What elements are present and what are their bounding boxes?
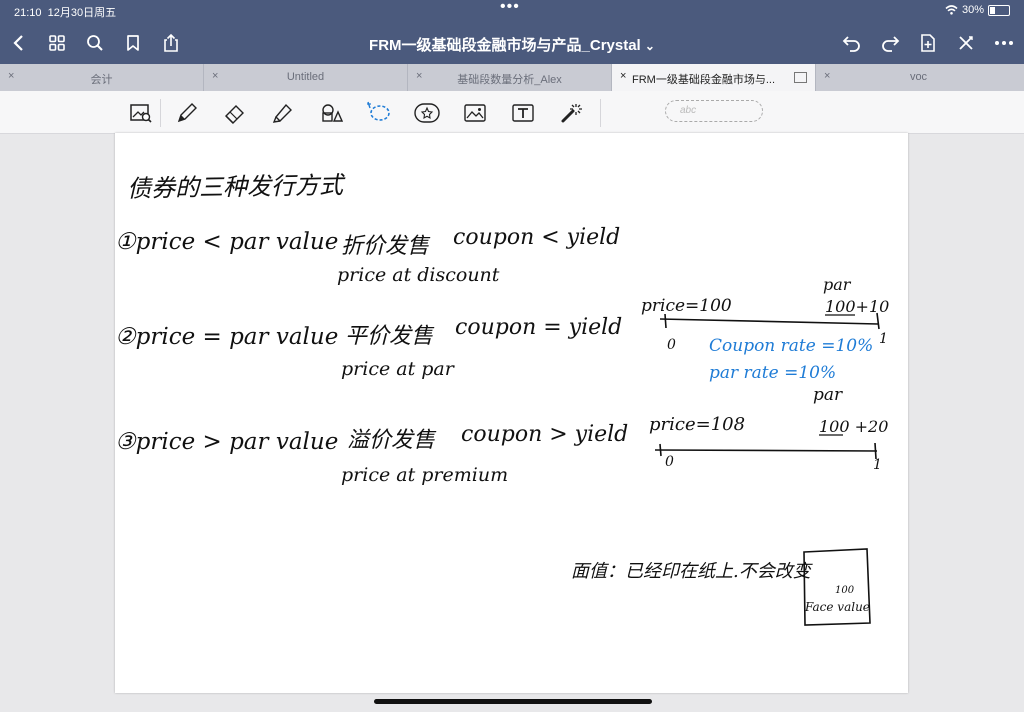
bookmark-icon[interactable] [120,30,146,56]
tab-label: 基础段数量分析_Alex [457,74,562,86]
row2-relation: coupon = yield [455,315,623,340]
multitask-dots[interactable]: ••• [500,0,520,16]
tab-label: Untitled [286,71,325,83]
row1-chinese: 折价发售 [341,234,430,259]
tab-label: voc [909,71,928,83]
tab-quant-analysis[interactable]: × 基础段数量分析_Alex [408,64,612,91]
face-value-note: 面值：已经印在纸上.不会改变 [571,561,811,582]
eraser-icon[interactable] [222,100,248,126]
tab-label: 会计 [90,74,113,86]
redo-icon[interactable] [877,30,903,56]
laser-pointer-icon[interactable] [558,100,584,126]
add-page-icon[interactable] [915,30,941,56]
battery-icon [988,4,1010,16]
coupon-rate-note: Coupon rate =10% [709,336,874,356]
close-icon[interactable]: × [416,70,422,82]
close-icon[interactable]: × [620,70,626,82]
split-view-icon[interactable] [794,72,807,83]
tab-untitled[interactable]: × Untitled [204,64,408,91]
document-title: FRM一级基础段金融市场与产品_Crystal ⌄ [0,34,1024,55]
shapes-icon[interactable] [318,100,344,126]
diag1-t0: 0 [667,337,676,353]
row3-label: ③price > par value [115,429,339,455]
note-page[interactable]: 债券的三种发行方式 ①price < par value 折价发售 coupon… [115,133,908,693]
battery-percent: 30% [961,4,984,16]
pen-icon[interactable] [174,100,200,126]
zoom-box-icon[interactable] [128,100,154,126]
par-rate-note: par rate =10% [709,363,837,383]
diag2-flow: 100 +20 [819,417,889,436]
search-icon[interactable] [82,30,108,56]
back-icon[interactable] [6,30,32,56]
row1-relation: coupon < yield [453,225,621,250]
row1-english: price at discount [337,264,500,286]
handwritten-strokes [654,312,880,626]
note-heading: 债券的三种发行方式 [126,171,344,203]
image-icon[interactable] [462,100,488,126]
nav-bar: FRM一级基础段金融市场与产品_Crystal ⌄ [0,22,1024,64]
row2-english: price at par [341,358,454,380]
status-date: 12月30日周五 [47,7,117,19]
diag2-t1: 1 [873,457,882,473]
row3-english: price at premium [341,464,509,486]
home-indicator[interactable] [374,699,652,704]
diag1-flow: 100+10 [825,297,890,316]
close-icon[interactable]: × [8,70,14,82]
row2-chinese: 平价发售 [345,324,434,349]
close-icon[interactable]: × [212,70,218,82]
face-box-label: Face value [805,600,870,614]
status-time: 21:10 12月30日周五 [14,7,117,19]
lasso-icon[interactable] [366,100,392,126]
close-icon[interactable]: × [824,70,830,82]
row2-label: ②price = par value [115,324,339,350]
close-tools-icon[interactable] [953,30,979,56]
grid-icon[interactable] [44,30,70,56]
tab-frm-markets[interactable]: × FRM一级基础段金融市场与... [612,64,816,91]
tab-voc[interactable]: × voc [816,64,1021,91]
diag1-par: par [823,275,851,294]
wifi-icon [945,5,958,15]
tab-bar: × 会计 × Untitled × 基础段数量分析_Alex × FRM一级基础段金融市… [0,64,1024,91]
diag2-price: price=108 [649,414,746,435]
row1-label: ①price < par value [115,229,339,255]
diag2-par: par [813,385,843,405]
tab-label: FRM一级基础段金融市场与... [632,74,775,86]
share-icon[interactable] [158,30,184,56]
drawing-toolbar [0,91,1024,134]
sticker-icon[interactable] [414,100,440,126]
diag1-t1: 1 [879,331,888,347]
status-right: 30% [945,4,1010,16]
diag1-price: price=100 [641,296,732,316]
text-box-icon[interactable] [510,100,536,126]
tab-accounting[interactable]: × 会计 [0,64,204,91]
status-bar: 21:10 12月30日周五 ••• 30% [0,0,1024,22]
document-title-text[interactable]: FRM一级基础段金融市场与产品_Crystal [369,37,641,54]
row3-relation: coupon > yield [461,422,629,447]
diag2-t0: 0 [665,454,674,470]
more-icon[interactable] [991,30,1017,56]
undo-icon[interactable] [839,30,865,56]
row3-chinese: 溢价发售 [347,428,436,453]
face-box-number: 100 [835,585,855,596]
highlighter-icon[interactable] [270,100,296,126]
chevron-down-icon[interactable]: ⌄ [645,39,655,53]
scribble-text-input[interactable]: abc [665,100,763,122]
